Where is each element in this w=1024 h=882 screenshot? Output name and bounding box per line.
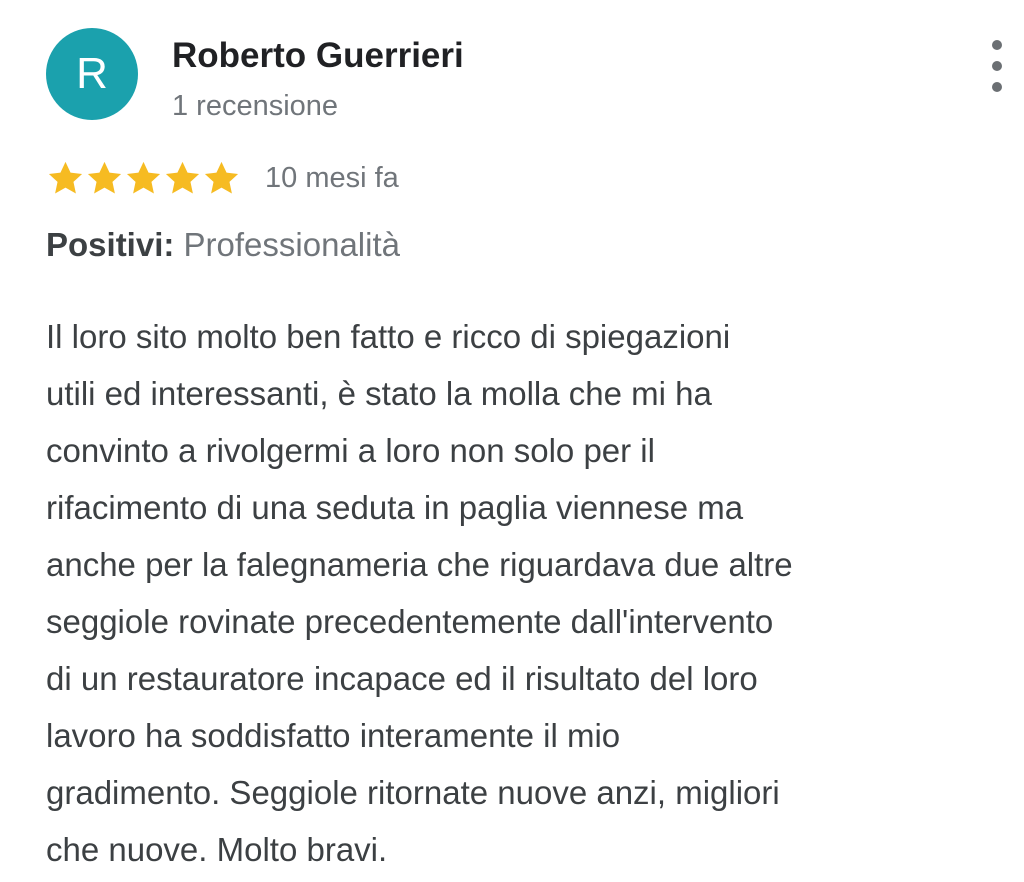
star-icon: [87, 161, 122, 193]
positives-value: Professionalità: [183, 226, 400, 263]
review-count[interactable]: 1 recensione: [172, 90, 338, 123]
positives-row: Positivi: Professionalità: [46, 226, 400, 264]
review-line: utili ed interessanti, è stato la molla …: [46, 375, 712, 412]
review-date: 10 mesi fa: [265, 162, 399, 194]
review-line: lavoro ha soddisfatto interamente il mio: [46, 717, 621, 754]
star-icon: [126, 161, 161, 193]
more-options-button[interactable]: [980, 40, 1014, 92]
review-text: Il loro sito molto ben fatto e ricco di …: [46, 308, 986, 878]
review-line: che nuove. Molto bravi.: [46, 831, 388, 868]
review-line: di un restauratore incapace ed il risult…: [46, 660, 758, 697]
review-line: rifacimento di una seduta in paglia vien…: [46, 489, 744, 526]
star-icon: [204, 161, 239, 193]
review-line: anche per la falegnameria che riguardava…: [46, 546, 793, 583]
review-line: convinto a rivolgermi a loro non solo pe…: [46, 432, 655, 469]
more-vert-icon-dot-top: [992, 40, 1002, 50]
review-line: gradimento. Seggiole ritornate nuove anz…: [46, 774, 780, 811]
positives-label: Positivi:: [46, 226, 175, 263]
more-vert-icon-dot-bottom: [992, 82, 1002, 92]
reviewer-name[interactable]: Roberto Guerrieri: [172, 36, 464, 76]
star-icon: [48, 161, 83, 193]
star-icon: [165, 161, 200, 193]
review-line: seggiole rovinate precedentemente dall'i…: [46, 603, 774, 640]
star-rating: [46, 156, 241, 200]
review-line: Il loro sito molto ben fatto e ricco di …: [46, 318, 731, 355]
more-vert-icon-dot-middle: [992, 61, 1002, 71]
avatar[interactable]: R: [46, 28, 138, 120]
